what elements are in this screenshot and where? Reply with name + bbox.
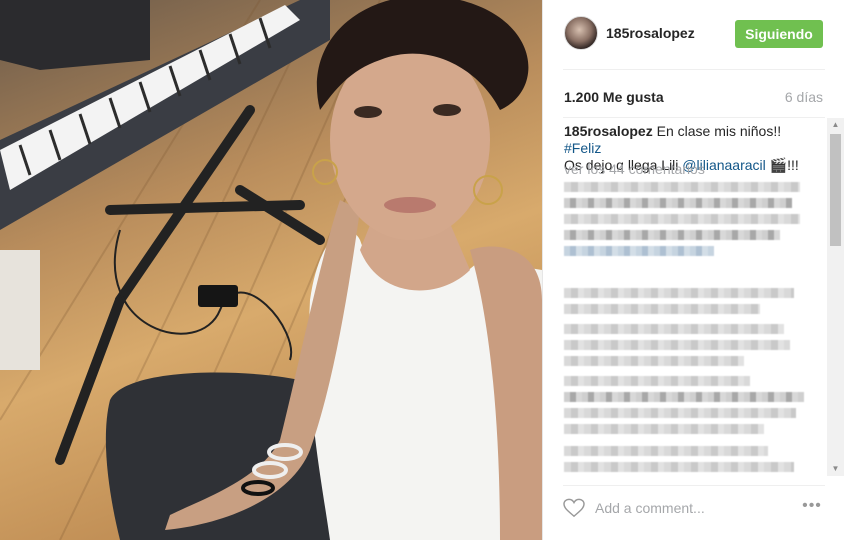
post-age[interactable]: 6 días bbox=[785, 89, 823, 105]
post-photo bbox=[0, 0, 542, 540]
more-options-icon[interactable]: ••• bbox=[799, 496, 825, 516]
blurred-line bbox=[564, 392, 804, 402]
add-comment-input[interactable] bbox=[595, 499, 795, 517]
comments-scrollbar[interactable]: ▲ ▼ bbox=[827, 118, 844, 476]
blurred-line bbox=[564, 446, 768, 456]
scroll-thumb[interactable] bbox=[830, 134, 841, 246]
hashtag-link[interactable]: #Feliz bbox=[564, 140, 601, 156]
comments-list: 185rosalopez En clase mis niños!! #Feliz… bbox=[543, 118, 844, 476]
scroll-up-arrow-icon[interactable]: ▲ bbox=[827, 118, 844, 132]
caption-text-3: 🎬!!! bbox=[765, 157, 799, 173]
blurred-line bbox=[564, 324, 784, 334]
avatar[interactable] bbox=[564, 16, 598, 50]
blurred-line bbox=[564, 356, 744, 366]
scroll-down-arrow-icon[interactable]: ▼ bbox=[827, 462, 844, 476]
photo-illustration bbox=[0, 0, 542, 540]
blurred-comment bbox=[564, 446, 804, 476]
blurred-comment bbox=[564, 288, 804, 320]
blurred-comment bbox=[564, 324, 804, 372]
blurred-line bbox=[564, 304, 760, 314]
caption-username[interactable]: 185rosalopez bbox=[564, 123, 653, 139]
likes-count[interactable]: 1.200 Me gusta bbox=[564, 89, 664, 105]
blurred-line bbox=[564, 182, 800, 192]
blurred-line bbox=[564, 198, 792, 208]
following-button[interactable]: Siguiendo bbox=[735, 20, 823, 48]
comment-footer: ••• bbox=[543, 486, 844, 540]
blurred-line bbox=[564, 408, 796, 418]
blurred-line bbox=[564, 424, 764, 434]
caption-text-1: En clase mis niños!! bbox=[656, 123, 782, 139]
blurred-comment bbox=[564, 376, 804, 440]
blurred-line bbox=[564, 214, 800, 224]
divider bbox=[563, 69, 825, 70]
blurred-comment bbox=[564, 182, 804, 262]
heart-outline-icon[interactable] bbox=[563, 498, 585, 518]
blurred-line bbox=[564, 376, 750, 386]
blurred-line bbox=[564, 340, 790, 350]
post-details-panel: 185rosalopez Siguiendo 1.200 Me gusta 6 … bbox=[542, 0, 844, 540]
username-link[interactable]: 185rosalopez bbox=[606, 25, 695, 41]
blurred-line bbox=[564, 288, 794, 298]
post-header: 185rosalopez Siguiendo bbox=[543, 0, 844, 70]
blurred-line bbox=[564, 230, 780, 240]
view-all-comments-link[interactable]: ver los 44 comentarios bbox=[564, 161, 705, 177]
blurred-line bbox=[564, 246, 714, 256]
blurred-line bbox=[564, 462, 794, 472]
